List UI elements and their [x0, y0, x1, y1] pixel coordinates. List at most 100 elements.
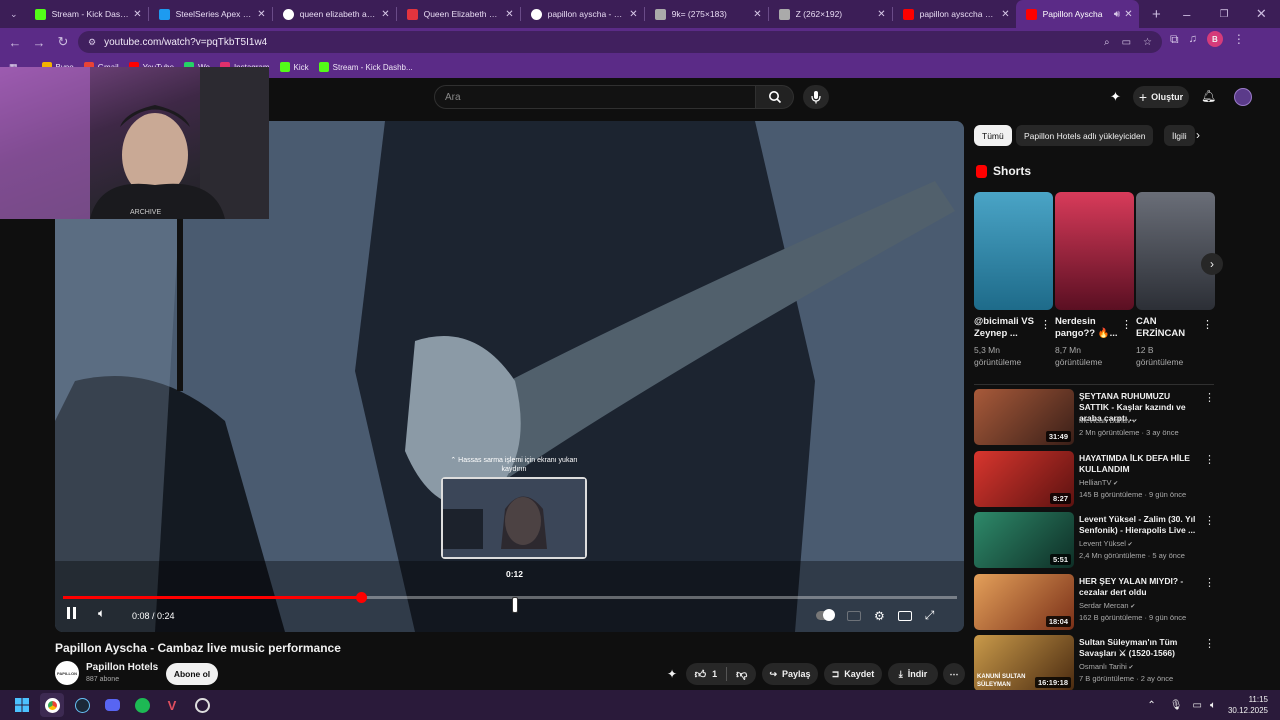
video-more-icon[interactable]: ⋮: [1204, 391, 1215, 404]
browser-tab[interactable]: Queen Elizabeth Elite ✕: [397, 0, 520, 28]
search-button[interactable]: [756, 85, 794, 109]
download-button[interactable]: ⤓ İndir: [888, 663, 938, 685]
tray-mic-icon[interactable]: 🎙︎: [1170, 700, 1183, 711]
short-title[interactable]: CAN ERZİNCAN: [1136, 316, 1200, 340]
video-channel[interactable]: Mevtcan Bahav ✔: [1079, 416, 1137, 425]
spotify-icon[interactable]: [130, 693, 154, 717]
video-more-icon[interactable]: ⋮: [1204, 637, 1215, 650]
account-avatar[interactable]: [1234, 88, 1252, 106]
recommended-video[interactable]: 8:27 HAYATIMDA İLK DEFA HİLE KULLANDIM Hel…: [974, 450, 1215, 507]
tab-close-icon[interactable]: ✕: [505, 9, 513, 20]
recommended-video[interactable]: KANUNİ SULTAN SÜLEYMAN 16:19:18 Sultan Sül…: [974, 635, 1215, 691]
profile-avatar[interactable]: B: [1206, 31, 1223, 47]
ask-sparkle-icon[interactable]: ✦: [667, 667, 677, 681]
search-input[interactable]: Ara: [434, 85, 756, 109]
pause-icon[interactable]: [67, 607, 79, 621]
media-icon[interactable]: ♫: [1189, 33, 1197, 45]
gemini-sparkle-icon[interactable]: ✦: [1110, 89, 1121, 105]
tab-close-icon[interactable]: ✕: [1124, 9, 1132, 20]
tab-close-icon[interactable]: ✕: [877, 9, 885, 20]
video-thumbnail[interactable]: 18:04: [974, 573, 1074, 630]
video-more-icon[interactable]: ⋮: [1204, 453, 1215, 466]
back-icon[interactable]: ←: [3, 30, 27, 54]
chips-next-chevron-icon[interactable]: ›: [1196, 128, 1200, 142]
video-more-icon[interactable]: ⋮: [1204, 514, 1215, 527]
video-title[interactable]: HER ŞEY YALAN MIYDI? - cezalar dert oldu: [1079, 576, 1199, 598]
close-window-icon[interactable]: ✕: [1243, 2, 1280, 26]
tab-audio-icon[interactable]: 🔊︎: [1114, 9, 1120, 20]
tray-chevron-icon[interactable]: ⌃: [1147, 700, 1155, 711]
bookmark-item[interactable]: Stream - Kick Dashb...: [318, 62, 413, 72]
minimize-icon[interactable]: –: [1168, 2, 1205, 26]
create-button[interactable]: + Oluştur: [1133, 86, 1189, 108]
zoom-icon[interactable]: ⌕: [1104, 37, 1110, 48]
fullscreen-icon[interactable]: ⤢: [925, 608, 935, 623]
tab-close-icon[interactable]: ✕: [381, 9, 389, 20]
browser-tab[interactable]: Stream - Kick Dashbo ✕: [25, 0, 148, 28]
channel-avatar[interactable]: PAPILLON: [55, 661, 79, 685]
video-more-icon[interactable]: ⋮: [1204, 576, 1215, 589]
volume-icon[interactable]: 🔈︎: [98, 606, 105, 621]
video-thumbnail[interactable]: 5:51: [974, 512, 1074, 568]
site-info-icon[interactable]: ⚙: [88, 37, 96, 48]
autoplay-toggle[interactable]: [816, 609, 835, 621]
short-thumbnail[interactable]: [1055, 192, 1134, 310]
video-thumbnail[interactable]: 8:27: [974, 450, 1074, 507]
obs-icon[interactable]: [190, 693, 214, 717]
browser-tab[interactable]: Papillon Ayscha 🔊︎ ✕: [1015, 0, 1139, 28]
tab-search-chevron-icon[interactable]: ⌄: [3, 2, 25, 26]
short-more-icon[interactable]: ⋮: [1202, 318, 1213, 331]
video-thumbnail[interactable]: KANUNİ SULTAN SÜLEYMAN 16:19:18: [974, 635, 1074, 691]
short-title[interactable]: @bicimali VS Zeynep ...: [974, 316, 1038, 340]
browser-tab[interactable]: SteelSeries Apex 5 Hy ✕: [149, 0, 272, 28]
browser-tab[interactable]: Z (262×192) ✕: [769, 0, 892, 28]
extensions-icon[interactable]: ⧉: [1170, 32, 1179, 47]
video-title[interactable]: HAYATIMDA İLK DEFA HİLE KULLANDIM: [1079, 453, 1199, 475]
tab-close-icon[interactable]: ✕: [629, 9, 637, 20]
thumbs-down-icon[interactable]: 👎︎: [736, 668, 747, 681]
channel-name[interactable]: Papillon Hotels: [86, 662, 158, 673]
video-channel[interactable]: HellianTV ✔: [1079, 478, 1118, 487]
video-channel[interactable]: Levent Yüksel ✔: [1079, 539, 1133, 548]
discord-icon[interactable]: [100, 693, 124, 717]
short-thumbnail[interactable]: [1136, 192, 1215, 310]
video-title[interactable]: Levent Yüksel - Zalim (30. Yıl Senfonik)…: [1079, 514, 1199, 536]
browser-menu-icon[interactable]: ⋮: [1233, 32, 1245, 46]
tab-close-icon[interactable]: ✕: [257, 9, 265, 20]
forward-icon[interactable]: →: [27, 30, 51, 54]
recommended-video[interactable]: 31:49 ŞEYTANA RUHUMUZU SATTIK - Kaşlar ka…: [974, 389, 1215, 445]
valorant-icon[interactable]: V: [160, 693, 184, 717]
filter-chip[interactable]: İlgili: [1164, 125, 1195, 146]
short-title[interactable]: Nerdesin pango?? 🔥...: [1055, 316, 1119, 340]
tab-close-icon[interactable]: ✕: [753, 9, 761, 20]
network-icon[interactable]: ▭: [1193, 700, 1202, 711]
filter-chip[interactable]: Tümü: [974, 125, 1012, 146]
browser-tab[interactable]: papillon ayscha - Goo ✕: [521, 0, 644, 28]
notifications-bell-icon[interactable]: 🔔︎: [1201, 89, 1216, 103]
miniplayer-icon[interactable]: [897, 610, 912, 621]
tab-close-icon[interactable]: ✕: [1001, 9, 1009, 20]
browser-tab[interactable]: papillon aysccha song ✕: [893, 0, 1016, 28]
short-thumbnail[interactable]: [974, 192, 1053, 310]
chrome-icon[interactable]: [40, 693, 64, 717]
address-bar[interactable]: ⚙ youtube.com/watch?v=pqTkbT5I1w4 ⌕ ▭ ☆: [78, 31, 1162, 53]
settings-gear-icon[interactable]: ⚙: [874, 609, 885, 623]
short-more-icon[interactable]: ⋮: [1121, 318, 1132, 331]
clock[interactable]: 11:15 30.12.2025: [1228, 694, 1268, 716]
subtitles-icon[interactable]: [847, 610, 861, 621]
progress-scrubber[interactable]: [355, 592, 367, 603]
maximize-icon[interactable]: ❐: [1205, 2, 1242, 26]
more-actions-button[interactable]: ⋯: [943, 663, 965, 685]
voice-search-button[interactable]: [803, 85, 829, 109]
cast-icon[interactable]: ▭: [1122, 37, 1131, 48]
browser-tab[interactable]: queen elizabeth antal ✕: [273, 0, 396, 28]
recommended-video[interactable]: 18:04 HER ŞEY YALAN MIYDI? - cezalar dert…: [974, 573, 1215, 630]
steam-icon[interactable]: [70, 693, 94, 717]
filter-chip[interactable]: Papillon Hotels adlı yükleyiciden: [1016, 125, 1154, 146]
like-button[interactable]: 👍︎ 1: [695, 668, 718, 681]
video-title[interactable]: Sultan Süleyman'ın Tüm Savaşları ⚔ (1520…: [1079, 637, 1199, 659]
video-thumbnail[interactable]: 31:49: [974, 389, 1074, 445]
tab-close-icon[interactable]: ✕: [133, 9, 141, 20]
subscribe-button[interactable]: Abone ol: [166, 663, 218, 685]
speaker-icon[interactable]: 🔈︎: [1210, 700, 1216, 711]
